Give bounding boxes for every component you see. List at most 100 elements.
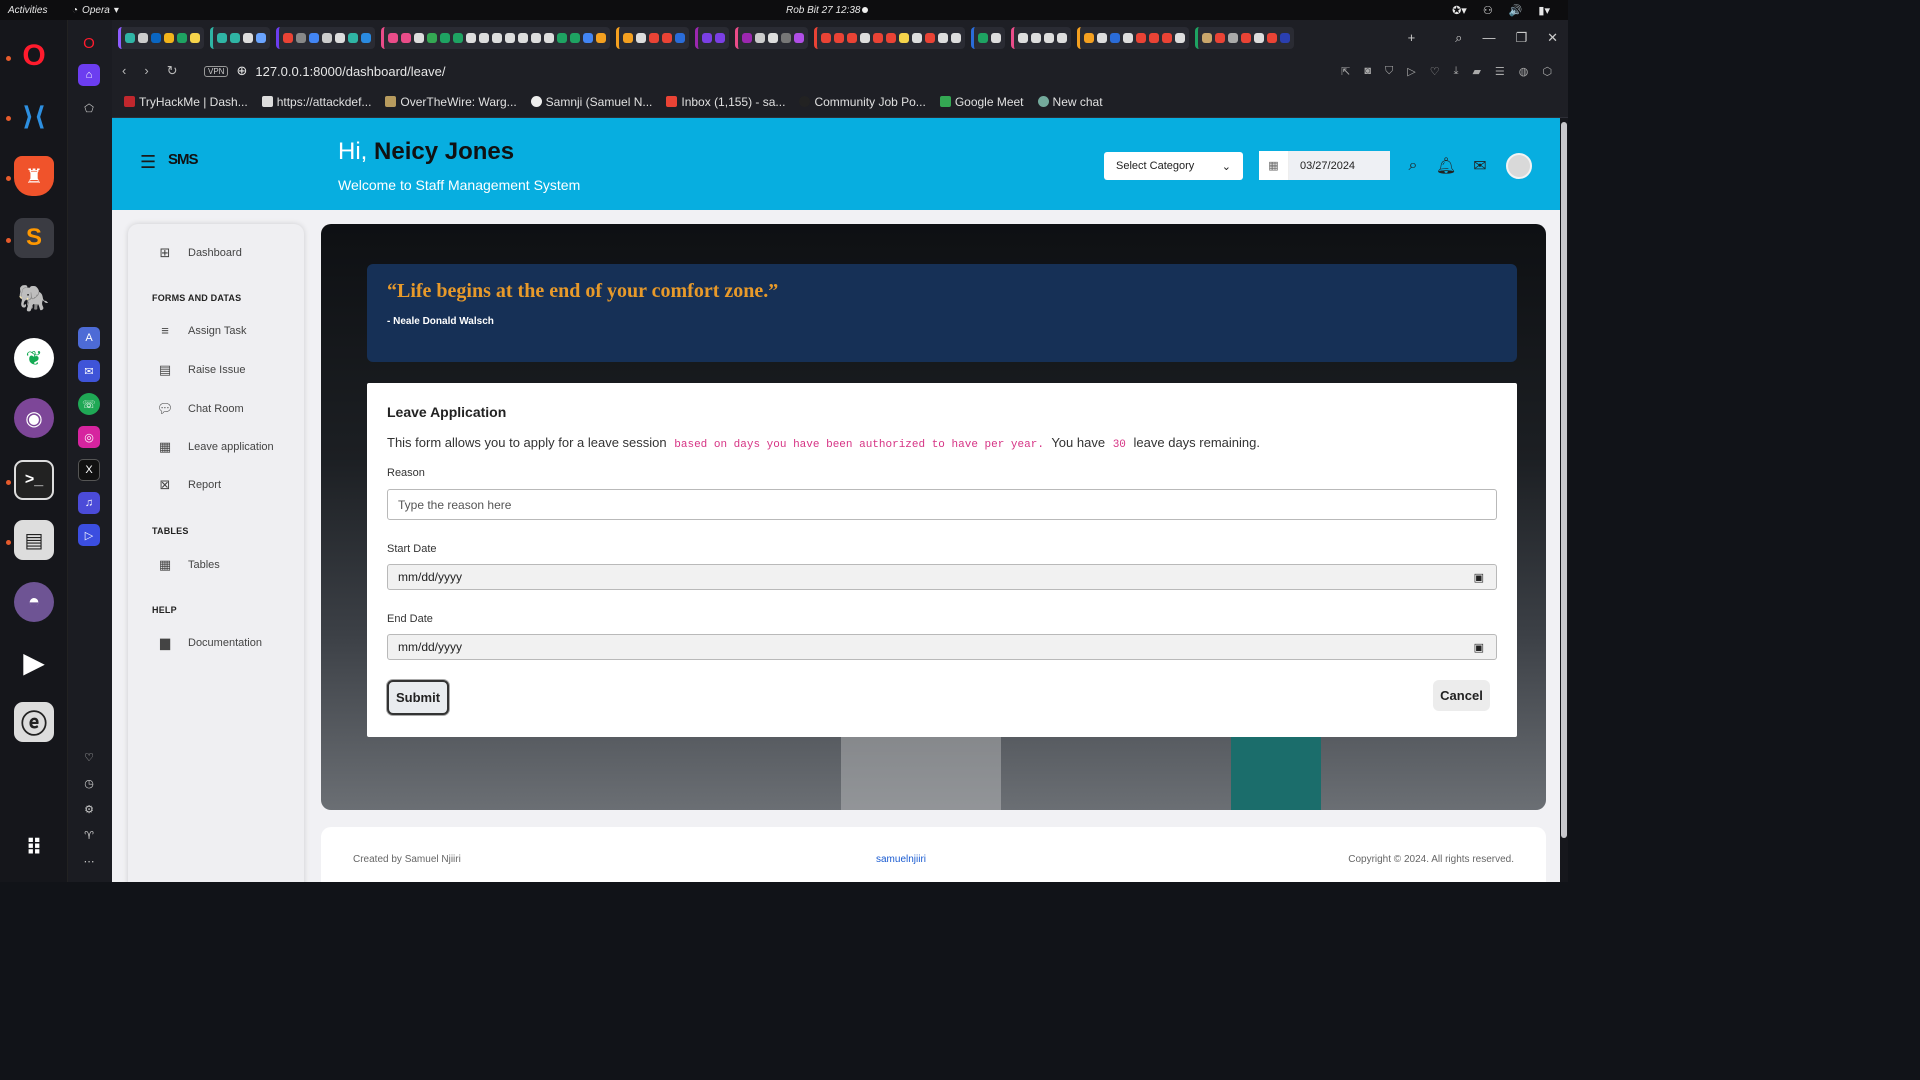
share-icon[interactable]: ⇱ [1341,65,1350,78]
maximize-icon[interactable]: ❐ [1515,30,1527,46]
x-twitter-icon[interactable]: X [78,459,100,481]
search-tabs-icon[interactable]: ⌕ [1455,30,1462,46]
sidebar-item-tables[interactable]: ▦ Tables [156,557,220,573]
postgres-icon[interactable]: 🐘 [14,278,54,318]
apps-grid-icon[interactable]: ⠿ [14,828,54,868]
submit-button[interactable]: Submit [387,680,449,715]
tab-group[interactable] [616,27,689,49]
url-text[interactable]: 127.0.0.1:8000/dashboard/leave/ [255,64,445,79]
bookmark-chatgpt[interactable]: New chat [1037,95,1103,109]
tab-group[interactable] [695,27,729,49]
bell-icon[interactable]: 🔔︎ [1435,155,1457,177]
pinboard-icon[interactable]: ⬠ [78,97,100,119]
whatsapp-icon[interactable]: ☏ [78,393,100,415]
tab-group[interactable] [1077,27,1189,49]
heart-icon[interactable]: ♡ [78,746,100,768]
tab-group[interactable] [118,27,204,49]
clock[interactable]: Rob Bit 27 12:38 [786,5,861,16]
tor-icon[interactable]: ◉ [14,398,54,438]
forward-icon[interactable]: › [144,63,148,79]
bookmark-overthewire[interactable]: OverTheWire: Warg... [385,95,517,109]
cancel-button[interactable]: Cancel [1433,680,1490,711]
home-icon[interactable]: ⌂ [78,64,100,86]
app-menu[interactable]: ◔ Opera ▾ [72,5,119,16]
hamburger-menu-icon[interactable]: ☰ [140,152,156,173]
bookmark-community[interactable]: Community Job Po... [799,95,926,109]
editor-icon[interactable]: ⓔ [14,702,54,742]
tab-group[interactable] [1195,27,1294,49]
terminal-icon[interactable]: >_ [14,460,54,500]
tips-icon[interactable]: ♈ [78,824,100,846]
calendar-icon[interactable]: ▣ [1474,641,1484,654]
volume-icon[interactable]: 🔊 [1509,4,1523,17]
tab-group[interactable] [210,27,270,49]
battery-saver-icon[interactable]: ▰ [1472,65,1480,78]
tab-group[interactable] [814,27,965,49]
reason-textarea[interactable]: Type the reason here [387,489,1497,520]
vscode-icon[interactable]: ⟩⟨ [14,96,54,136]
bookmark-google-meet[interactable]: Google Meet [939,95,1024,109]
sidebar-item-leave-application[interactable]: ▦ Leave application [156,439,274,455]
end-date-input[interactable]: mm/dd/yyyy ▣ [387,634,1497,660]
site-info-icon[interactable]: ⊕ [236,63,247,79]
bookmark-tryhackme[interactable]: TryHackMe | Dash... [124,95,248,109]
footer-link[interactable]: samuelnjiiri [876,854,926,865]
tab-group[interactable] [1011,27,1071,49]
new-tab-plus-icon[interactable]: + [1408,30,1416,46]
back-icon[interactable]: ‹ [122,63,126,79]
flow-icon[interactable]: ▷ [78,524,100,546]
history-icon[interactable]: ◷ [78,772,100,794]
tab-group[interactable] [971,27,1005,49]
messenger-icon[interactable]: ✉ [78,360,100,382]
sidebar-item-report[interactable]: ⊠ Report [156,477,221,493]
activities-button[interactable]: Activities [8,5,47,16]
sidebar-item-dashboard[interactable]: ⊞ Dashboard [156,245,242,261]
aria-icon[interactable]: A [78,327,100,349]
address-field[interactable]: VPN ⊕ 127.0.0.1:8000/dashboard/leave/ [204,63,445,79]
reload-icon[interactable]: ↻ [167,63,178,79]
sidebar-item-assign-task[interactable]: ≡ Assign Task [156,323,246,338]
archive-icon[interactable]: ▤ [14,520,54,560]
search-icon[interactable]: ⌕ [1402,155,1424,177]
sidebar-item-documentation[interactable]: ▆ Documentation [156,635,262,651]
player-icon[interactable]: ▶ [14,642,54,682]
app-logo[interactable]: SMS [168,151,198,168]
heart-icon[interactable]: ♡ [1430,65,1440,78]
start-date-input[interactable]: mm/dd/yyyy ▣ [387,564,1497,590]
accessibility-icon[interactable]: ✪▾ [1452,4,1467,17]
calendar-icon[interactable]: ▣ [1474,571,1484,584]
date-picker[interactable]: ▦ 03/27/2024 [1259,151,1390,180]
sidebar-item-raise-issue[interactable]: ▤ Raise Issue [156,362,246,378]
bookmark-gmail[interactable]: Inbox (1,155) - sa... [666,95,785,109]
easy-setup-icon[interactable]: ☰ [1495,65,1505,78]
settings-gear-icon[interactable]: ⚙ [78,798,100,820]
battery-icon[interactable]: ▮▾ [1538,4,1550,17]
opera-icon[interactable]: O [14,36,54,76]
system-tray[interactable]: ✪▾ ⚇ 🔊 ▮▾ [1452,4,1550,17]
date-value[interactable]: 03/27/2024 [1289,151,1390,180]
opera-menu-icon[interactable]: O [78,32,100,54]
instagram-icon[interactable]: ◎ [78,426,100,448]
category-select[interactable]: Select Category ⌄ [1104,152,1243,180]
bookmark-attackdefense[interactable]: https://attackdef... [261,95,371,109]
player-sidebar-icon[interactable]: ♫ [78,492,100,514]
minimize-icon[interactable]: — [1482,30,1495,46]
page-scrollbar[interactable] [1560,118,1568,882]
download-icon[interactable]: ⤓ [1454,65,1459,78]
camera-icon[interactable]: ◙ [1364,65,1371,78]
github-icon[interactable]: ◓ [14,582,54,622]
bookmark-github[interactable]: Samnji (Samuel N... [530,95,652,109]
more-icon[interactable]: ⋯ [78,850,100,872]
tab-group[interactable] [276,27,375,49]
scrollbar-thumb[interactable] [1561,122,1567,838]
avatar[interactable] [1506,153,1532,179]
network-icon[interactable]: ⚇ [1483,4,1493,17]
close-icon[interactable]: ✕ [1547,30,1558,46]
shield-icon[interactable]: ⛉ [1385,65,1393,78]
tab-group[interactable] [735,27,808,49]
calendar-icon[interactable]: ▦ [1259,151,1289,180]
tab-group[interactable] [381,27,610,49]
vpn-badge-icon[interactable]: VPN [204,65,229,77]
sidebar-item-chat-room[interactable]: 💬︎ Chat Room [156,401,244,417]
sublime-icon[interactable]: S [14,218,54,258]
